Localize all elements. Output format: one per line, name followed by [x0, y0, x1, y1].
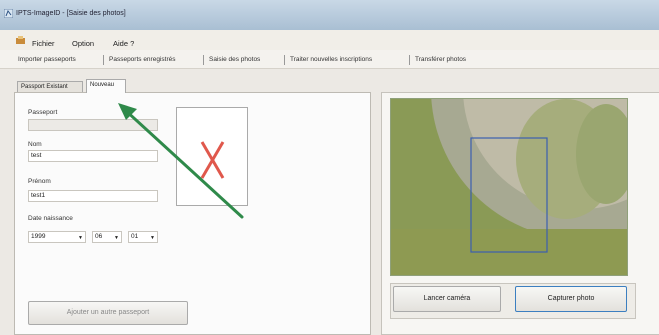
annotation-arrow-icon	[118, 103, 244, 219]
tab-nouveau[interactable]: Nouveau	[86, 79, 126, 93]
